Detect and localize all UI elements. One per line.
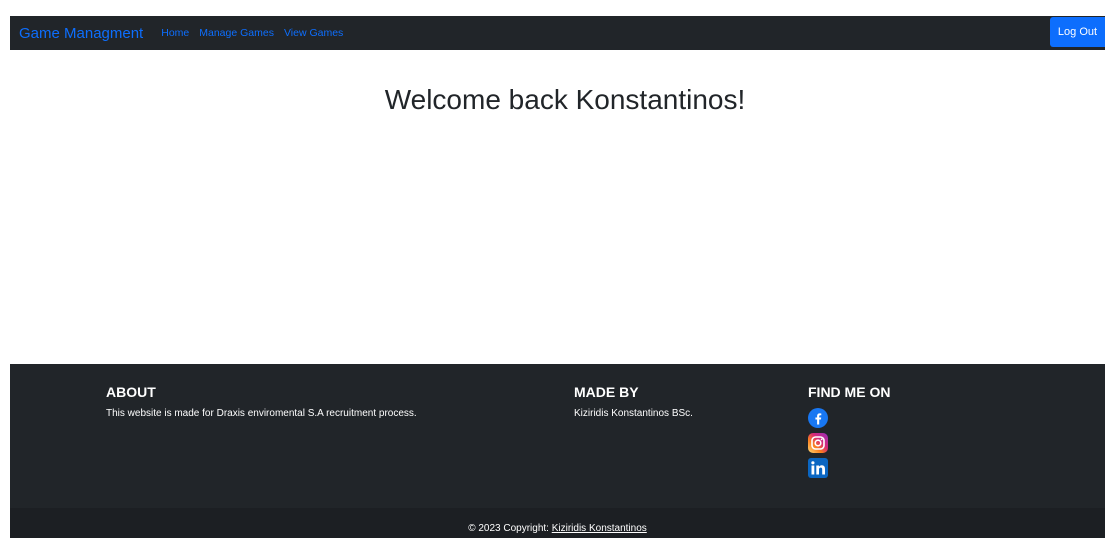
copyright-link[interactable]: Kiziridis Konstantinos <box>552 523 647 534</box>
instagram-icon[interactable] <box>808 433 828 453</box>
nav-link-home[interactable]: Home <box>161 27 189 39</box>
footer: ABOUT This website is made for Draxis en… <box>10 364 1105 538</box>
page: Game Managment Home Manage Games View Ga… <box>0 0 1105 538</box>
linkedin-icon[interactable] <box>808 458 828 478</box>
nav-link-view-games[interactable]: View Games <box>284 27 343 39</box>
top-navbar: Game Managment Home Manage Games View Ga… <box>10 16 1105 50</box>
footer-about: ABOUT This website is made for Draxis en… <box>106 384 417 419</box>
about-text: This website is made for Draxis envirome… <box>106 408 417 419</box>
made-by-text: Kiziridis Konstantinos BSc. <box>574 408 693 419</box>
footer-made-by: MADE BY Kiziridis Konstantinos BSc. <box>574 384 693 419</box>
logout-button[interactable]: Log Out <box>1050 17 1105 47</box>
copyright-text: © 2023 Copyright: <box>468 523 552 534</box>
welcome-heading: Welcome back Konstantinos! <box>384 84 746 115</box>
facebook-icon[interactable] <box>808 408 828 428</box>
nav-link-manage-games[interactable]: Manage Games <box>199 27 274 39</box>
navbar-brand[interactable]: Game Managment <box>19 25 143 42</box>
nav-links: Home Manage Games View Games <box>161 27 343 39</box>
made-by-heading: MADE BY <box>574 384 639 400</box>
footer-find-me: FIND ME ON <box>808 384 890 481</box>
social-links <box>808 408 890 481</box>
find-me-heading: FIND ME ON <box>808 384 891 400</box>
copyright-bar: © 2023 Copyright: Kiziridis Konstantinos <box>10 508 1105 538</box>
about-heading: ABOUT <box>106 384 156 400</box>
